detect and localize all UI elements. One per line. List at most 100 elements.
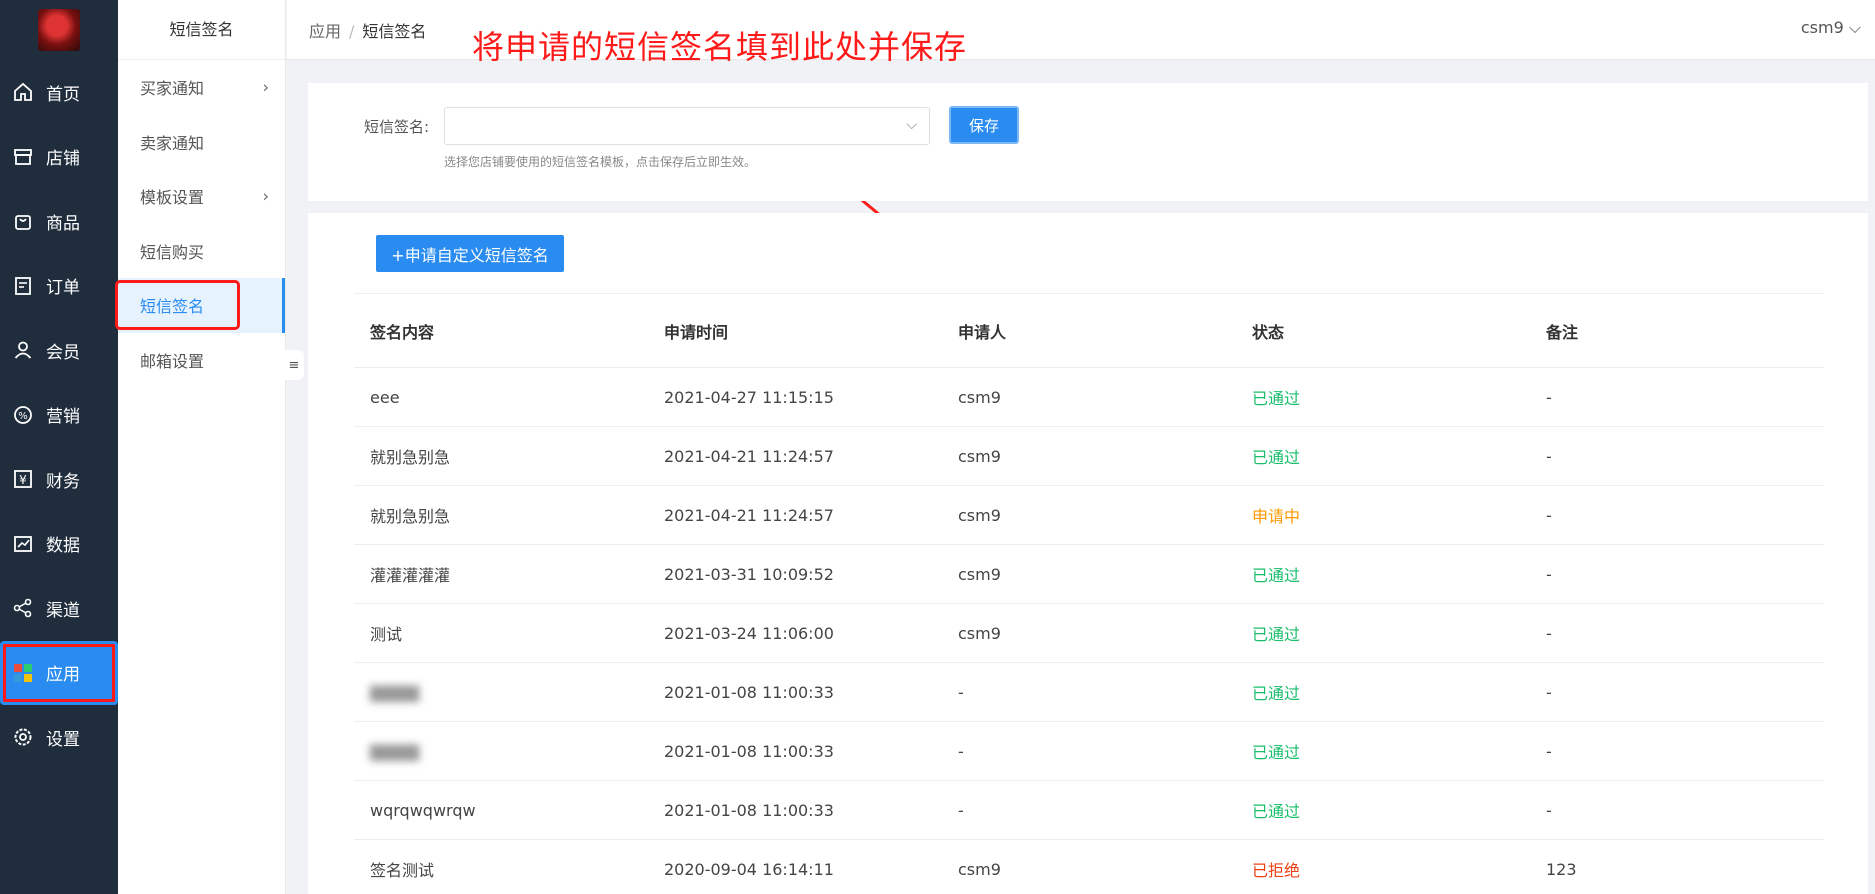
- cell-note: -: [1546, 800, 1552, 820]
- user-menu[interactable]: csm9 ⌵: [1801, 18, 1861, 38]
- svg-text:¥: ¥: [19, 473, 27, 487]
- cell-applicant: -: [958, 800, 964, 820]
- nav-item-label: 数据: [46, 536, 80, 557]
- nav-item-label: 财务: [46, 471, 80, 492]
- cell-time: 2020-09-04 16:14:11: [664, 859, 834, 879]
- header-content: 签名内容: [370, 322, 435, 342]
- nav-item-user[interactable]: 会员: [0, 318, 118, 383]
- nav-item-apps[interactable]: 应用: [0, 640, 118, 705]
- sub-menu-item[interactable]: 邮箱设置: [118, 333, 285, 388]
- cell-time: 2021-03-31 10:09:52: [664, 564, 834, 584]
- nav-item-label: 渠道: [46, 600, 80, 621]
- sub-menu-item[interactable]: 短信签名: [115, 278, 285, 333]
- nav-item-gear[interactable]: 设置: [0, 705, 118, 770]
- breadcrumb-parent[interactable]: 应用: [309, 22, 341, 41]
- top-bar: 应用 / 短信签名 将申请的短信签名填到此处并保存 csm9 ⌵: [287, 0, 1875, 66]
- nav-item-order[interactable]: 订单: [0, 254, 118, 319]
- bag-icon: [12, 210, 34, 232]
- nav-item-label: 应用: [46, 665, 80, 686]
- nav-item-home[interactable]: 首页: [0, 60, 118, 125]
- sub-menu-item-label: 短信购买: [140, 242, 205, 262]
- table-row: 测试 2021-03-24 11:06:00 csm9 已通过 -: [354, 604, 1824, 663]
- header-note: 备注: [1546, 322, 1579, 342]
- table-row: 灌灌灌灌灌 2021-03-31 10:09:52 csm9 已通过 -: [354, 545, 1824, 604]
- svg-text:%: %: [18, 411, 28, 422]
- cell-time: 2021-04-21 11:24:57: [664, 446, 834, 466]
- nav-item-marketing[interactable]: % 营销: [0, 383, 118, 448]
- sub-menu-title: 短信签名: [118, 0, 285, 60]
- cell-content: 就别急别急: [370, 507, 451, 526]
- cell-content: wqrqwqwrqw: [370, 800, 476, 820]
- status-badge: 已拒绝: [1252, 861, 1301, 880]
- cell-content: ▇▇▇▇: [354, 683, 648, 702]
- save-button[interactable]: 保存: [949, 106, 1019, 144]
- cell-applicant: csm9: [958, 564, 1001, 584]
- blurred-content: ▇▇▇▇: [370, 682, 420, 702]
- home-icon: [12, 81, 34, 103]
- share-icon: [12, 597, 34, 619]
- chevron-down-icon: ⌵: [1848, 18, 1861, 37]
- status-badge: 已通过: [1252, 625, 1301, 644]
- sub-menu-item[interactable]: 买家通知 ›: [118, 60, 285, 115]
- header-time: 申请时间: [664, 322, 729, 342]
- nav-item-label: 店铺: [46, 149, 80, 170]
- cell-note: -: [1546, 505, 1552, 525]
- nav-item-bag[interactable]: 商品: [0, 189, 118, 254]
- header-status: 状态: [1252, 322, 1285, 342]
- chevron-right-icon: ›: [262, 186, 269, 206]
- sub-menu-item-label: 买家通知: [140, 79, 205, 99]
- user-name: csm9: [1800, 18, 1844, 37]
- status-badge: 已通过: [1252, 566, 1301, 585]
- sub-menu: 短信签名 买家通知 › 卖家通知 模板设置 › 短信购买 短信签名 邮箱设置: [115, 0, 286, 894]
- signature-form: 短信签名: ⌵ 保存 选择您店铺要使用的短信签名模板，点击保存后立即生效。: [308, 83, 1868, 201]
- blurred-content: ▇▇▇▇: [370, 741, 420, 761]
- nav-item-label: 商品: [46, 213, 80, 234]
- table-row: ▇▇▇▇ 2021-01-08 11:00:33 - 已通过 -: [354, 722, 1824, 781]
- nav-item-store[interactable]: 店铺: [0, 125, 118, 190]
- sub-menu-item[interactable]: 短信购买: [118, 224, 285, 279]
- gear-icon: [12, 726, 34, 748]
- nav-item-share[interactable]: 渠道: [0, 576, 118, 641]
- sub-menu-item-label: 模板设置: [140, 188, 205, 208]
- signature-select[interactable]: ⌵: [444, 107, 930, 145]
- signature-label: 短信签名:: [364, 118, 430, 136]
- breadcrumb: 应用 / 短信签名: [309, 18, 426, 42]
- sub-menu-item[interactable]: 卖家通知: [118, 115, 285, 170]
- nav-item-yen[interactable]: ¥ 财务: [0, 447, 118, 512]
- status-badge: 已通过: [1252, 684, 1301, 703]
- table-row: 就别急别急 2021-04-21 11:24:57 csm9 申请中 -: [354, 486, 1824, 545]
- cell-applicant: csm9: [958, 387, 1001, 407]
- cell-content: 灌灌灌灌灌: [370, 566, 451, 585]
- nav-item-label: 会员: [46, 342, 80, 363]
- cell-content: ▇▇▇▇: [354, 742, 648, 761]
- cell-content: eee: [370, 387, 400, 407]
- status-badge: 已通过: [1252, 448, 1301, 467]
- cell-applicant: -: [958, 682, 964, 702]
- cell-time: 2021-03-24 11:06:00: [664, 623, 834, 643]
- nav-item-label: 首页: [46, 84, 80, 105]
- nav-item-chart[interactable]: 数据: [0, 512, 118, 577]
- store-icon: [12, 146, 34, 168]
- status-badge: 申请中: [1252, 507, 1301, 526]
- cell-note: -: [1546, 387, 1552, 407]
- nav-item-label: 订单: [46, 278, 80, 299]
- nav-item-label: 营销: [46, 407, 80, 428]
- breadcrumb-separator: /: [349, 22, 355, 41]
- highlight-box: [115, 280, 240, 330]
- table-row: eee 2021-04-27 11:15:15 csm9 已通过 -: [354, 368, 1824, 427]
- table-row: 签名测试 2020-09-04 16:14:11 csm9 已拒绝 123: [354, 840, 1824, 894]
- cell-note: -: [1546, 741, 1552, 761]
- apply-signature-button[interactable]: +申请自定义短信签名: [376, 235, 564, 272]
- cell-applicant: csm9: [958, 623, 1001, 643]
- help-text: 选择您店铺要使用的短信签名模板，点击保存后立即生效。: [444, 155, 757, 169]
- logo[interactable]: [0, 0, 118, 60]
- table-row: 就别急别急 2021-04-21 11:24:57 csm9 已通过 -: [354, 427, 1824, 486]
- sub-menu-item[interactable]: 模板设置 ›: [118, 169, 285, 224]
- collapse-menu-icon[interactable]: ≡: [284, 350, 304, 380]
- status-badge: 已通过: [1252, 743, 1301, 762]
- signature-table: 签名内容 申请时间 申请人 状态 备注 eee 2021-04-27 11:15:…: [354, 293, 1824, 894]
- table-header: 签名内容 申请时间 申请人 状态 备注: [354, 293, 1824, 368]
- cell-time: 2021-04-27 11:15:15: [664, 387, 834, 407]
- cell-note: -: [1546, 446, 1552, 466]
- status-badge: 已通过: [1252, 389, 1301, 408]
